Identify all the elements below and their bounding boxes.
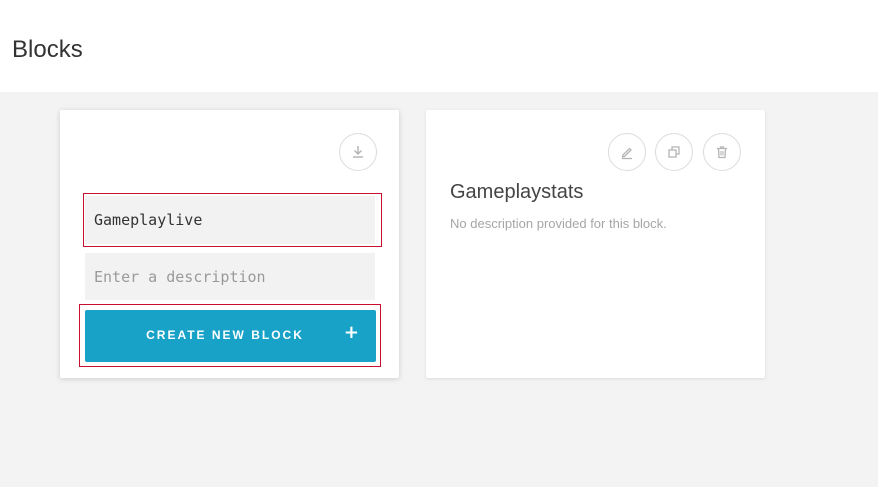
create-new-block-button[interactable]: CREATE NEW BLOCK + [85,310,376,362]
page-title: Blocks [12,36,83,63]
edit-block-button[interactable] [608,133,646,171]
download-icon [353,146,363,158]
block-name-input[interactable] [85,196,375,244]
block-description: No description provided for this block. [450,216,667,231]
create-button-label: CREATE NEW BLOCK [146,328,304,342]
delete-block-button[interactable] [703,133,741,171]
block-title[interactable]: Gameplaystats [450,181,583,204]
import-block-button[interactable] [339,133,377,171]
duplicate-icon [668,146,680,158]
trash-icon [717,146,727,159]
plus-icon: + [343,322,359,343]
duplicate-block-button[interactable] [655,133,693,171]
block-description-input[interactable] [85,253,375,300]
edit-icon [621,147,632,160]
page-header: Blocks [0,0,878,92]
